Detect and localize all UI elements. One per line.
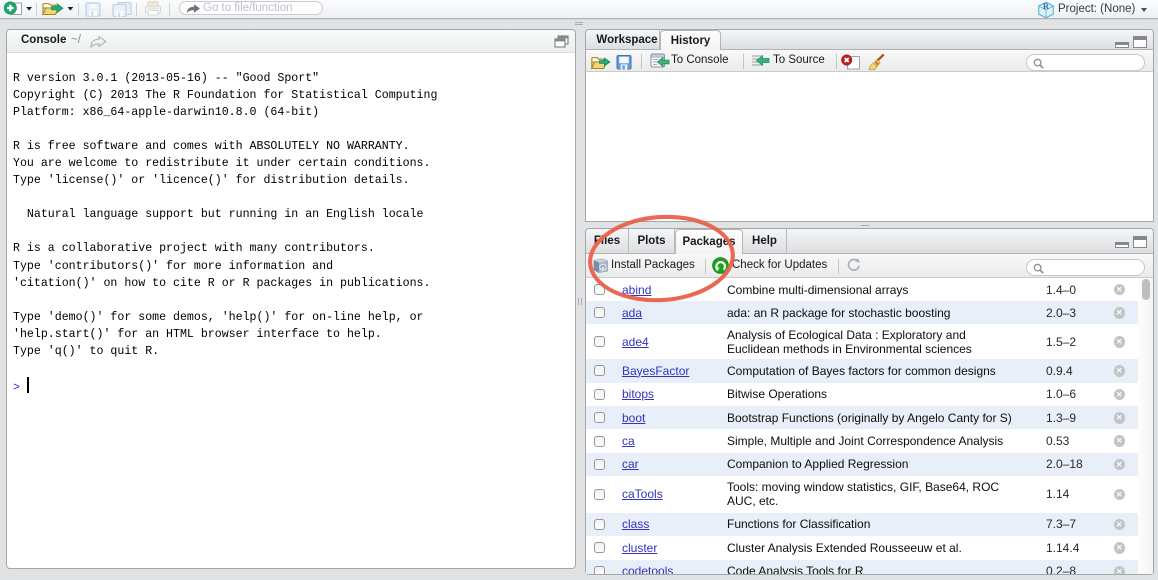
- svg-text:R: R: [1043, 1, 1050, 11]
